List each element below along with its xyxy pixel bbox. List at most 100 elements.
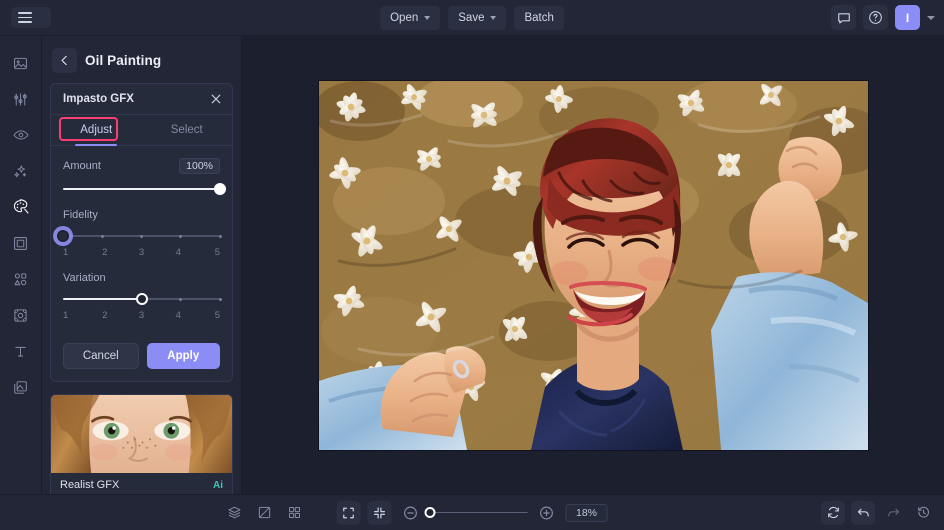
- open-button[interactable]: Open: [380, 5, 441, 30]
- effect-controls: Amount 100% Fidelity 1 2 3 4 5 Variation…: [51, 146, 232, 343]
- fidelity-slider-handle[interactable]: [57, 230, 69, 242]
- batch-button[interactable]: Batch: [514, 5, 564, 30]
- fidelity-tick-3: [140, 234, 143, 238]
- history-controls: [821, 500, 935, 525]
- fidelity-tick-labels: 1 2 3 4 5: [63, 247, 220, 258]
- batch-label: Batch: [524, 11, 554, 24]
- sliders-icon: [14, 92, 27, 106]
- back-button[interactable]: [52, 48, 77, 73]
- brand-menu-button[interactable]: [11, 7, 51, 28]
- effect-card: Impasto GFX Adjust Select Amount 100% Fi…: [50, 83, 233, 382]
- fit-screen-button[interactable]: [336, 500, 361, 525]
- fit-screen-icon: [343, 507, 354, 518]
- amount-slider-handle[interactable]: [214, 183, 226, 195]
- close-icon: [211, 94, 221, 104]
- avatar[interactable]: I: [895, 5, 920, 30]
- close-button[interactable]: [210, 93, 222, 105]
- zoom-slider-track: [429, 511, 528, 514]
- rail-item-adjust[interactable]: [6, 84, 36, 114]
- fidelity-tick-5: [218, 234, 222, 238]
- compare-split-icon: [258, 506, 270, 519]
- control-fidelity: Fidelity 1 2 3 4 5: [57, 209, 222, 258]
- save-button[interactable]: Save: [448, 5, 507, 30]
- canvas-area[interactable]: [242, 36, 944, 494]
- frame-icon: [14, 236, 27, 250]
- rail-item-image[interactable]: [6, 48, 36, 78]
- layers-button[interactable]: [222, 501, 246, 525]
- compare-button[interactable]: [252, 501, 276, 525]
- fidelity-label: Fidelity: [63, 209, 98, 221]
- rail-item-layers[interactable]: [6, 372, 36, 402]
- preset-card-realist-gfx[interactable]: Realist GFX Ai: [50, 394, 233, 494]
- rail-item-text[interactable]: [6, 336, 36, 366]
- rail-item-effects[interactable]: [6, 156, 36, 186]
- history-button[interactable]: [911, 501, 935, 525]
- amount-slider[interactable]: [63, 183, 226, 195]
- hamburger-icon[interactable]: [18, 12, 32, 23]
- variation-tick-label-2: 2: [102, 310, 108, 321]
- apply-button[interactable]: Apply: [146, 343, 220, 369]
- variation-tick-5: [218, 297, 222, 301]
- layers-icon: [228, 506, 240, 519]
- variation-slider[interactable]: [63, 293, 222, 305]
- preset-caption: Realist GFX Ai: [51, 473, 232, 494]
- rail-item-frames[interactable]: [6, 228, 36, 258]
- preset-thumbnail: [51, 395, 232, 473]
- zoom-level[interactable]: 18%: [565, 503, 608, 522]
- reset-button[interactable]: [821, 500, 845, 525]
- grid-button[interactable]: [282, 501, 306, 525]
- preset-list: Realist GFX Ai: [42, 382, 241, 494]
- variation-tick-label-1: 1: [63, 310, 69, 321]
- page-title: Oil Painting: [85, 53, 162, 68]
- zoom-out-button[interactable]: [399, 501, 423, 525]
- fidelity-tick-label-1: 1: [63, 247, 69, 258]
- zoom-slider[interactable]: [424, 507, 528, 519]
- top-center-actions: Open Save Batch: [380, 5, 564, 30]
- cancel-button[interactable]: Cancel: [63, 343, 139, 369]
- tab-adjust[interactable]: Adjust: [51, 115, 142, 145]
- effect-actions: Cancel Apply: [51, 343, 232, 381]
- redo-icon: [887, 508, 899, 517]
- top-right-actions: I: [831, 5, 935, 30]
- rail-item-artistic[interactable]: [6, 192, 36, 222]
- comment-icon: [837, 12, 850, 23]
- rail-item-shapes[interactable]: [6, 264, 36, 294]
- variation-slider-fill: [63, 298, 142, 300]
- fidelity-tick-2: [100, 234, 104, 238]
- variation-slider-handle[interactable]: [135, 293, 148, 305]
- redo-button[interactable]: [881, 501, 905, 525]
- palette-icon: [13, 199, 28, 214]
- account-chevron-down-icon[interactable]: [927, 15, 935, 20]
- image-icon: [14, 57, 27, 69]
- shrink-button[interactable]: [367, 500, 392, 525]
- edited-photo[interactable]: [318, 80, 868, 450]
- help-button[interactable]: [863, 5, 888, 30]
- tool-rail: [0, 36, 42, 494]
- effect-tabs: Adjust Select: [51, 115, 232, 146]
- rail-item-transform[interactable]: [6, 300, 36, 330]
- app-body: Oil Painting Impasto GFX Adjust Select A…: [0, 36, 944, 494]
- tab-select[interactable]: Select: [142, 115, 233, 145]
- variation-tick-label-4: 4: [175, 310, 181, 321]
- rail-item-retouch[interactable]: [6, 120, 36, 150]
- variation-label: Variation: [63, 272, 106, 284]
- effect-name: Impasto GFX: [63, 93, 134, 105]
- zoom-slider-handle[interactable]: [424, 507, 435, 518]
- amount-label: Amount: [63, 160, 101, 172]
- tool-panel: Oil Painting Impasto GFX Adjust Select A…: [42, 36, 242, 494]
- variation-tick-labels: 1 2 3 4 5: [63, 310, 220, 321]
- photo-artwork: [318, 80, 868, 450]
- control-variation: Variation 1 2 3 4 5: [63, 272, 222, 321]
- undo-button[interactable]: [851, 500, 875, 525]
- variation-tick-label-3: 3: [138, 310, 145, 321]
- shrink-icon: [373, 506, 386, 519]
- fidelity-tick-4: [179, 234, 183, 238]
- zoom-in-button[interactable]: [535, 501, 559, 525]
- comment-button[interactable]: [831, 5, 856, 30]
- fidelity-slider[interactable]: [57, 230, 222, 242]
- preset-name: Realist GFX: [60, 479, 120, 491]
- bottom-left-tools: [222, 501, 306, 525]
- variation-tick-label-5: 5: [214, 310, 220, 321]
- effect-card-header: Impasto GFX: [51, 84, 232, 115]
- grid-icon: [288, 507, 300, 518]
